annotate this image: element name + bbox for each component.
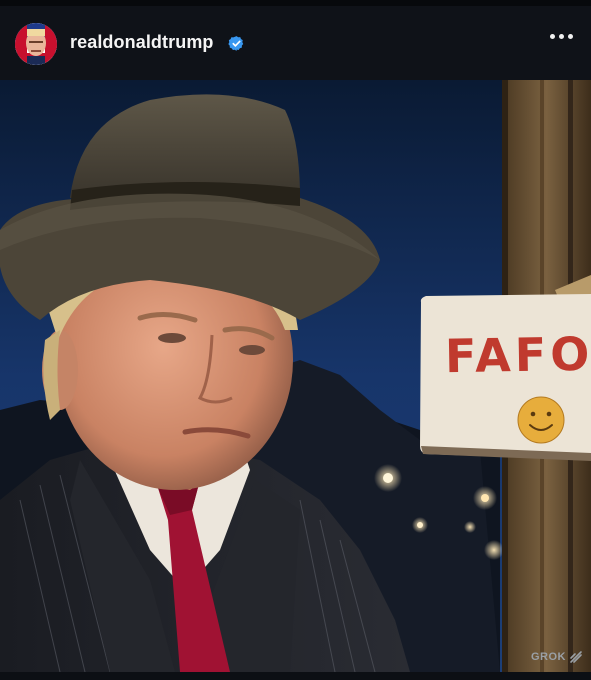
- dot-icon: [559, 34, 564, 39]
- post-image[interactable]: FAFO GROK: [0, 80, 591, 672]
- watermark-text: GROK: [531, 651, 566, 663]
- verified-badge-icon: [228, 36, 244, 51]
- dot-icon: [550, 34, 555, 39]
- sign-text: FAFO: [444, 326, 591, 384]
- more-options-icon[interactable]: [550, 34, 573, 39]
- username[interactable]: realdonaldtrump: [70, 32, 214, 53]
- grok-watermark: GROK: [531, 650, 583, 664]
- dot-icon: [568, 34, 573, 39]
- bottom-bar: [0, 672, 591, 680]
- post-header: realdonaldtrump: [0, 6, 591, 80]
- grok-logo-icon: [570, 651, 582, 663]
- profile-avatar[interactable]: [15, 23, 57, 65]
- avatar-image: [15, 23, 57, 65]
